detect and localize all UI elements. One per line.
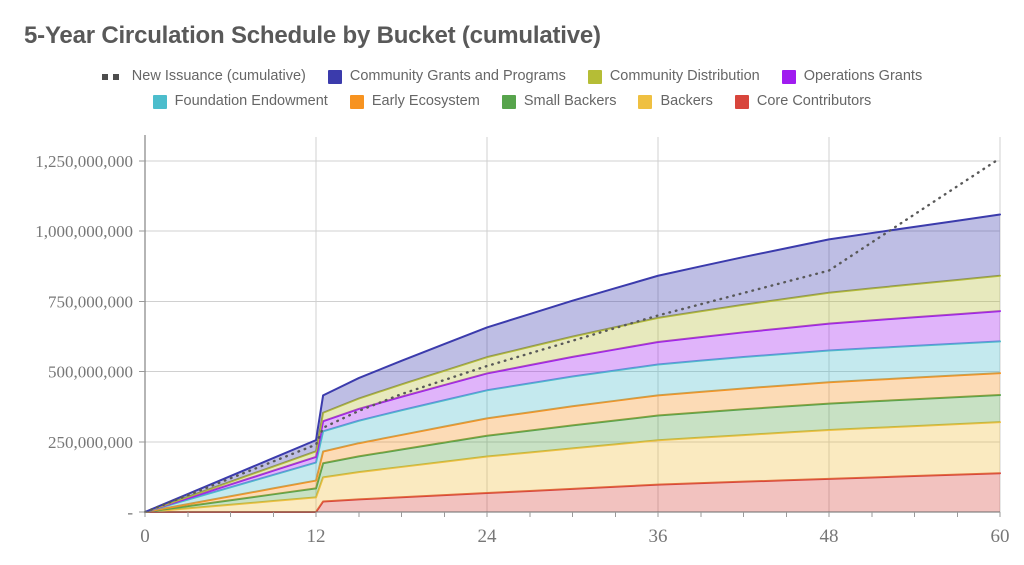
legend-label: Community Distribution (609, 68, 760, 85)
color-swatch-icon (638, 94, 653, 109)
legend-item-early-ecosystem[interactable]: Early Ecosystem (349, 93, 480, 110)
legend-item-foundation-endowment[interactable]: Foundation Endowment (152, 93, 328, 110)
legend-row: Foundation Endowment Early Ecosystem Sma… (0, 89, 1024, 114)
legend-item-backers[interactable]: Backers (638, 93, 713, 110)
legend-label: Operations Grants (803, 68, 923, 85)
legend-item-community-grants-and-programs[interactable]: Community Grants and Programs (327, 68, 566, 85)
x-axis-tick-label: 36 (649, 526, 668, 547)
chart-legend: New Issuance (cumulative) Community Gran… (0, 64, 1024, 114)
x-axis-tick-label: 48 (820, 526, 839, 547)
legend-label: Early Ecosystem (371, 93, 480, 110)
series-areas (144, 213, 1001, 513)
y-axis-tick-label: 250,000,000 (48, 433, 133, 452)
legend-label: Community Grants and Programs (349, 68, 566, 85)
color-swatch-icon (781, 69, 796, 84)
x-axis-tick-label: 60 (991, 526, 1010, 547)
y-axis-tick-label: 500,000,000 (48, 363, 133, 382)
legend-label: Small Backers (523, 93, 617, 110)
y-axis-tick-label: 1,000,000,000 (35, 222, 133, 241)
color-swatch-icon (501, 94, 516, 109)
color-swatch-icon (327, 69, 342, 84)
y-axis-tick-label: - (127, 503, 133, 522)
legend-label: New Issuance (cumulative) (131, 68, 306, 85)
plot-area: - 250,000,000 500,000,000 750,000,000 1,000,… (0, 118, 1024, 565)
legend-label: Foundation Endowment (174, 93, 328, 110)
legend-label: Core Contributors (756, 93, 872, 110)
page-title: 5-Year Circulation Schedule by Bucket (c… (24, 22, 601, 49)
color-swatch-icon (587, 69, 602, 84)
y-axis-tick-label: 1,250,000,000 (35, 152, 133, 171)
area-chart-svg: - 250,000,000 500,000,000 750,000,000 1,000,… (35, 135, 1010, 547)
color-swatch-icon (152, 94, 167, 109)
y-axis-tick-labels: - 250,000,000 500,000,000 750,000,000 1,000,… (35, 152, 133, 522)
chart-container: 5-Year Circulation Schedule by Bucket (c… (0, 0, 1024, 565)
x-axis-tick-label: 24 (478, 526, 498, 547)
x-axis-tick-label: 0 (140, 526, 150, 547)
legend-item-new-issuance[interactable]: New Issuance (cumulative) (101, 68, 306, 85)
legend-item-operations-grants[interactable]: Operations Grants (781, 68, 923, 85)
y-axis-tick-label: 750,000,000 (48, 292, 133, 311)
dotted-line-marker-icon (101, 73, 124, 80)
legend-item-core-contributors[interactable]: Core Contributors (734, 93, 872, 110)
legend-label: Backers (660, 93, 713, 110)
x-axis-tick-label: 12 (307, 526, 326, 547)
x-axis-tick-labels: 0 12 24 36 48 60 (140, 526, 1009, 547)
legend-item-small-backers[interactable]: Small Backers (501, 93, 617, 110)
color-swatch-icon (349, 94, 364, 109)
legend-row: New Issuance (cumulative) Community Gran… (0, 64, 1024, 89)
legend-item-community-distribution[interactable]: Community Distribution (587, 68, 760, 85)
color-swatch-icon (734, 94, 749, 109)
